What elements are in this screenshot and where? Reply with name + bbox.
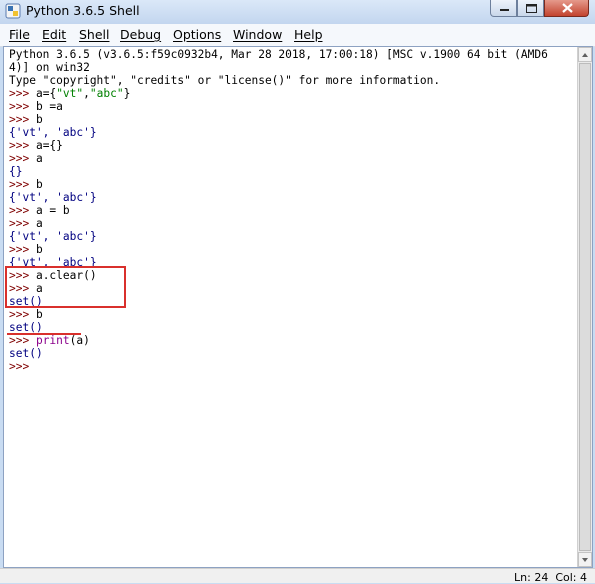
- code-token: a={}: [35, 139, 63, 152]
- output-line: {'vt', 'abc'}: [9, 126, 97, 139]
- code-token: }: [123, 87, 131, 100]
- menu-file[interactable]: File: [9, 27, 30, 42]
- prompt-marker: >>>: [9, 204, 36, 217]
- prompt-marker: >>>: [9, 113, 36, 126]
- vertical-scrollbar[interactable]: [577, 47, 592, 567]
- maximize-icon: [526, 4, 537, 13]
- banner-line: Python 3.6.5 (v3.6.5:f59c0932b4, Mar 28 …: [9, 48, 548, 61]
- close-button[interactable]: [544, 0, 589, 17]
- code-token: a = b: [35, 204, 70, 217]
- banner-line: 4)] on win32: [9, 61, 90, 74]
- output-line: {}: [9, 165, 23, 178]
- input-line: >>> a: [9, 152, 577, 165]
- code-token: "abc": [89, 87, 124, 100]
- code-token: "vt": [56, 87, 84, 100]
- code-token: b: [35, 113, 43, 126]
- prompt-marker: >>>: [9, 243, 36, 256]
- annotation-red-underline: [7, 333, 81, 335]
- cursor-position: Ln: 24 Col: 4: [514, 571, 587, 584]
- input-line: >>> print(a): [9, 334, 577, 347]
- maximize-button[interactable]: [517, 0, 544, 17]
- prompt-marker: >>>: [9, 178, 36, 191]
- code-token: b =a: [35, 100, 63, 113]
- code-token: (a): [69, 334, 90, 347]
- prompt-marker: >>>: [9, 152, 36, 165]
- menu-window[interactable]: Window: [233, 27, 282, 42]
- input-line: >>> b =a: [9, 100, 577, 113]
- scroll-down-arrow-icon[interactable]: [578, 552, 592, 567]
- menu-shell[interactable]: Shell: [79, 27, 110, 42]
- menu-edit[interactable]: Edit: [42, 27, 66, 42]
- minimize-icon: [500, 9, 509, 11]
- scroll-up-arrow-icon[interactable]: [578, 47, 592, 62]
- input-line: >>> b: [9, 243, 577, 256]
- banner-line: Type "copyright", "credits" or "license(…: [9, 74, 441, 87]
- prompt-marker: >>>: [9, 100, 36, 113]
- code-token: print: [35, 334, 70, 347]
- prompt-marker: >>>: [9, 360, 36, 373]
- code-token: a: [35, 152, 43, 165]
- code-token: b: [35, 243, 43, 256]
- output-line: set(): [9, 321, 43, 334]
- output-line: {'vt', 'abc'}: [9, 230, 97, 243]
- input-line: >>> a={}: [9, 139, 577, 152]
- prompt-marker: >>>: [9, 334, 36, 347]
- scroll-thumb[interactable]: [579, 63, 591, 551]
- output-line: {'vt', 'abc'}: [9, 191, 97, 204]
- input-line: >>> a: [9, 217, 577, 230]
- close-icon: [562, 3, 573, 13]
- minimize-button[interactable]: [490, 0, 517, 17]
- menu-options[interactable]: Options: [173, 27, 221, 42]
- input-line: >>> b: [9, 113, 577, 126]
- input-line: >>> a={"vt","abc"}: [9, 87, 577, 100]
- status-line: Ln: 24: [514, 571, 549, 584]
- menu-bar: File Edit Shell Debug Options Window Hel…: [0, 24, 595, 47]
- title-bar[interactable]: Python 3.6.5 Shell: [0, 0, 595, 24]
- input-line: >>> b: [9, 308, 577, 321]
- code-token: a=: [35, 87, 50, 100]
- current-prompt-line: >>>: [9, 360, 577, 373]
- menu-help[interactable]: Help: [294, 27, 323, 42]
- output-line: set(): [9, 347, 43, 360]
- prompt-marker: >>>: [9, 217, 36, 230]
- code-token: ,: [83, 87, 90, 100]
- input-line: >>> b: [9, 178, 577, 191]
- prompt-marker: >>>: [9, 308, 36, 321]
- python-idle-icon: [5, 3, 21, 19]
- code-token: a: [35, 217, 43, 230]
- menu-debug[interactable]: Debug: [120, 27, 161, 42]
- code-token: b: [35, 308, 43, 321]
- code-token: b: [35, 178, 43, 191]
- status-bar: Ln: 24 Col: 4: [0, 568, 595, 584]
- annotation-red-box: [5, 266, 126, 308]
- input-line: >>> a = b: [9, 204, 577, 217]
- prompt-marker: >>>: [9, 87, 36, 100]
- status-col: Col: 4: [555, 571, 587, 584]
- window-title: Python 3.6.5 Shell: [26, 3, 140, 18]
- prompt-marker: >>>: [9, 139, 36, 152]
